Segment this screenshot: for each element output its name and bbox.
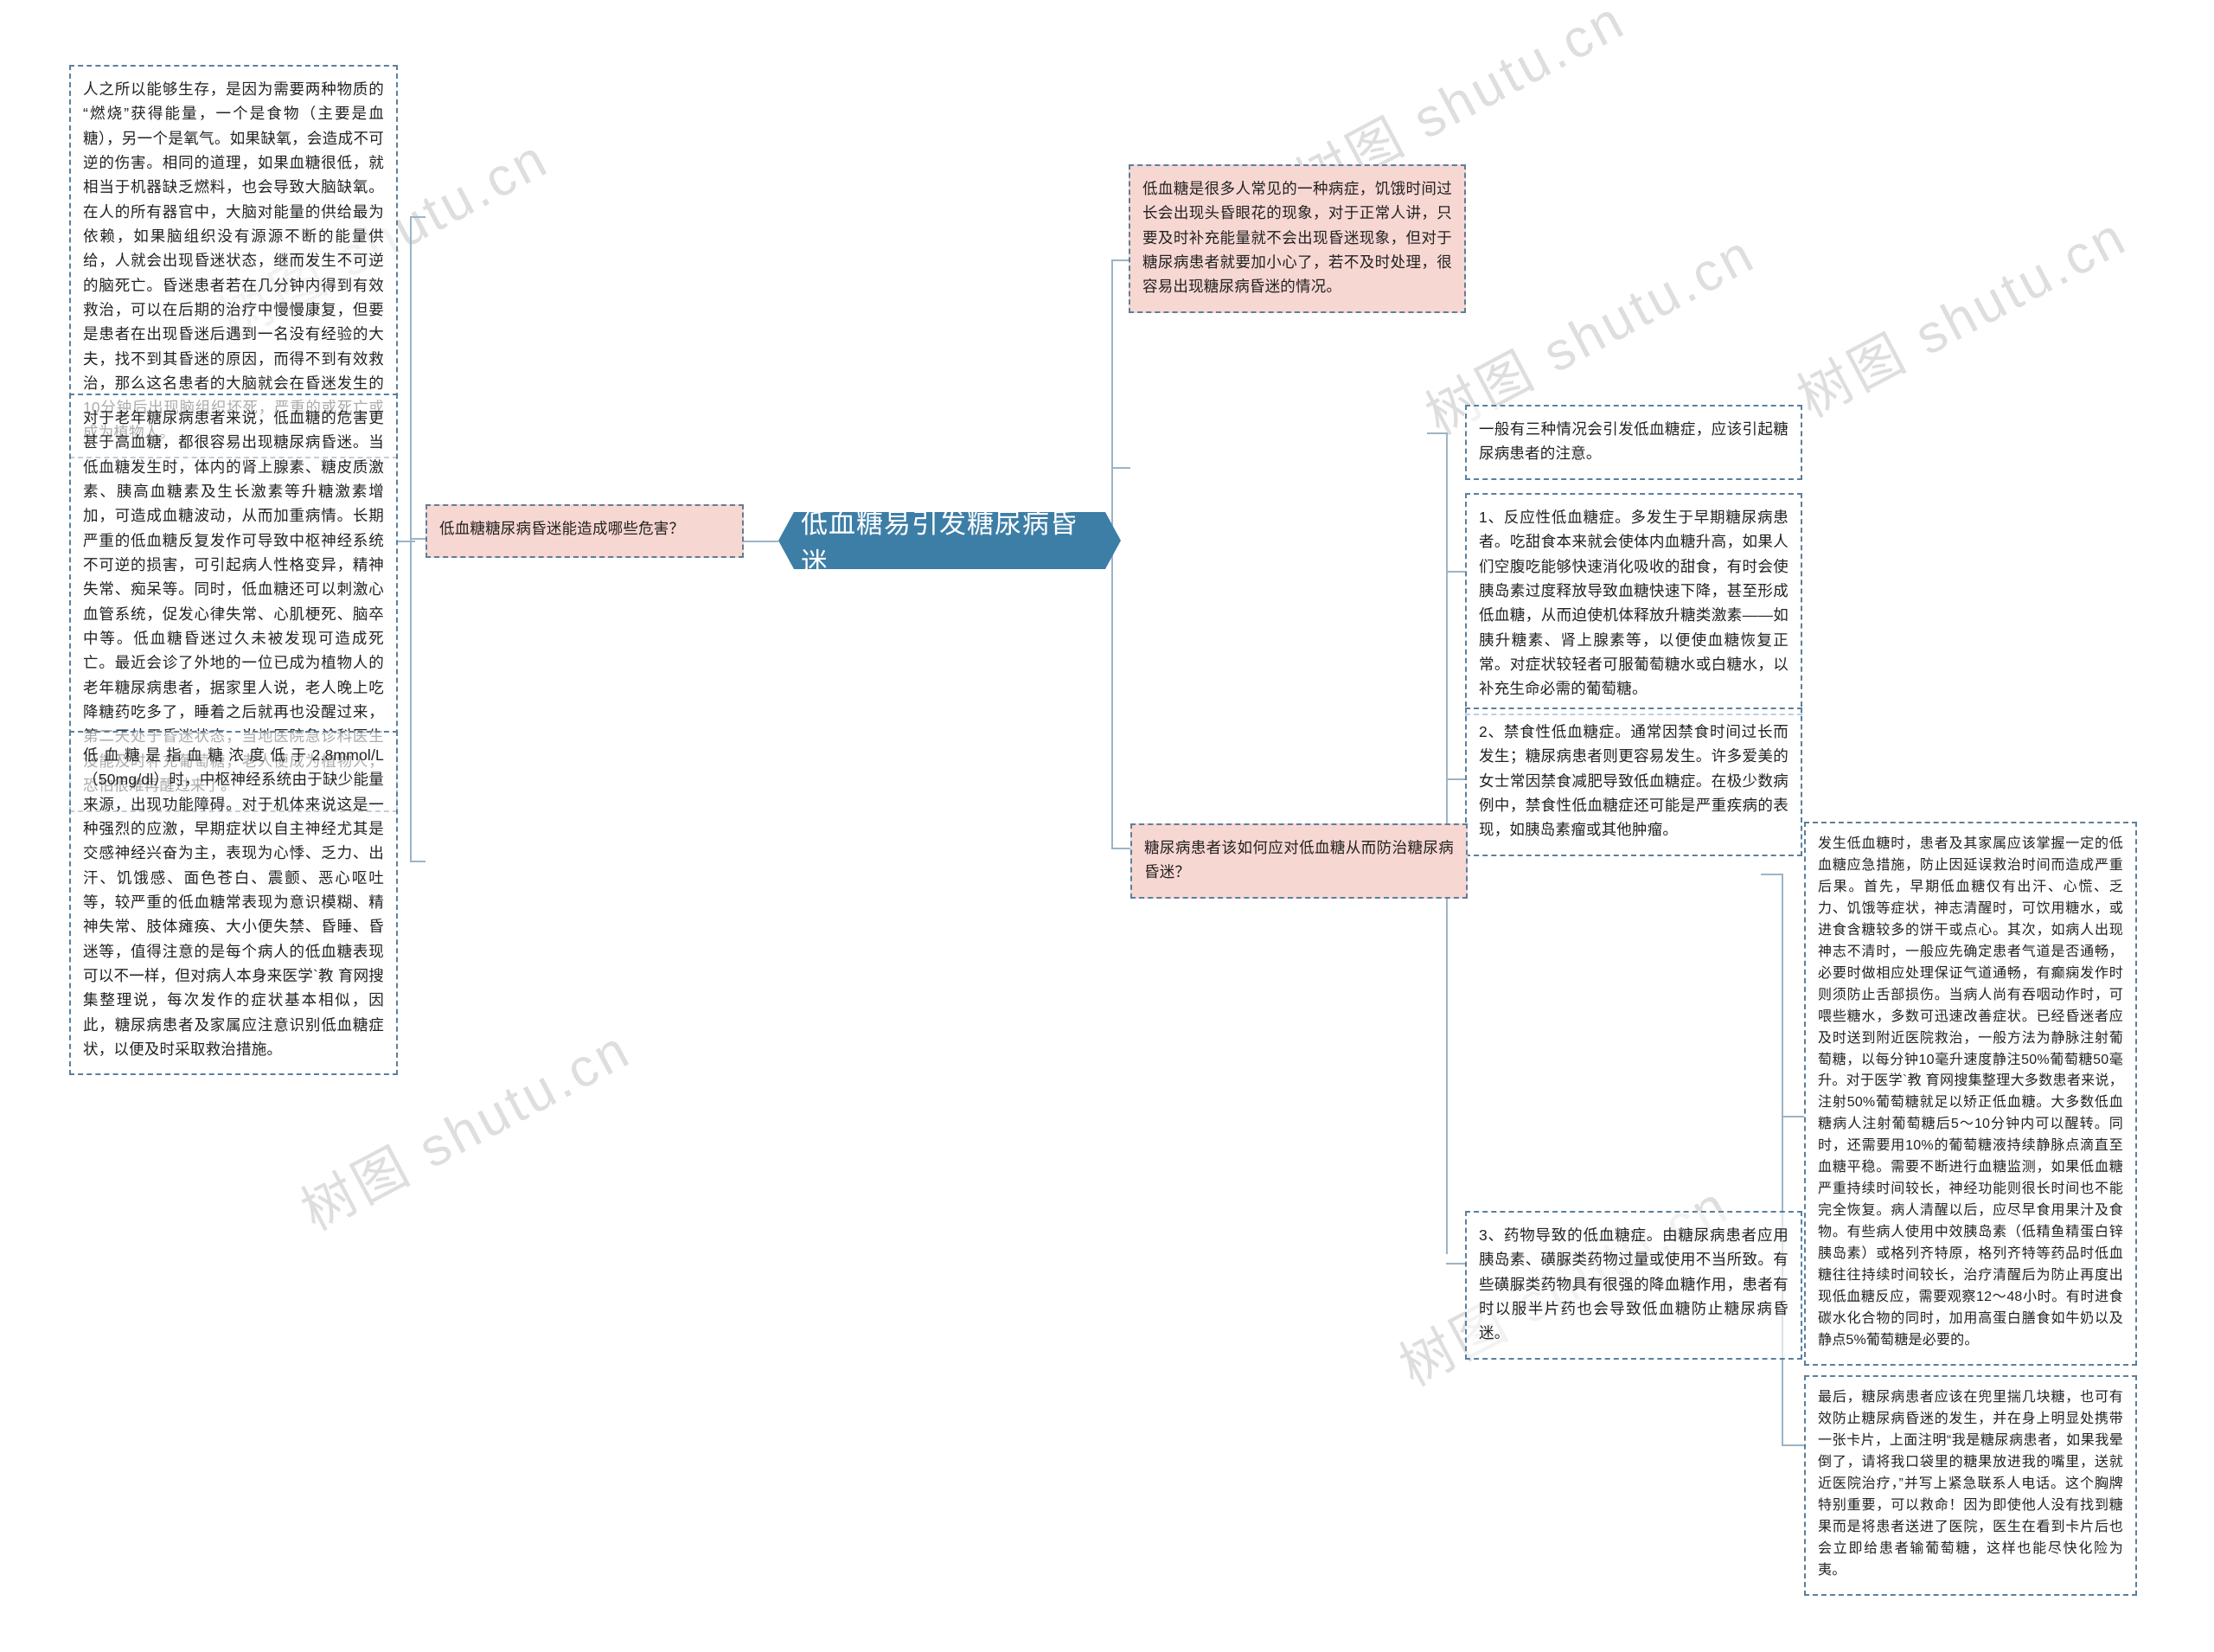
connector — [1446, 571, 1465, 573]
connector — [398, 541, 415, 542]
connector — [1111, 848, 1130, 849]
left-detail-node-3[interactable]: 低血糖是指血糖浓度低于2.8mmol/L（50mg/dl）时，中枢神经系统由于缺… — [69, 731, 398, 1076]
connector — [1782, 1116, 1804, 1117]
mindmap-canvas: 树图 shutu.cn 树图 shutu.cn 树图 shutu.cn 树图 s… — [0, 0, 2214, 1652]
right-cause-node-2[interactable]: 2、禁食性低血糖症。通常因禁食时间过长而发生；糖尿病患者则更容易发生。许多爱美的… — [1465, 708, 1802, 856]
right-summary-node[interactable]: 一般有三种情况会引发低血糖症，应该引起糖尿病患者的注意。 — [1465, 405, 1802, 480]
connector — [1446, 778, 1465, 780]
right-cause-node-3[interactable]: 3、药物导致的低血糖症。由糖尿病患者应用胰岛素、磺脲类药物过量或使用不当所致。有… — [1465, 1211, 1802, 1360]
right-bottom-detail-node-2[interactable]: 最后，糖尿病患者应该在兜里揣几块糖，也可有效防止糖尿病昏迷的发生，并在身上明显处… — [1804, 1375, 2137, 1596]
connector — [410, 538, 426, 540]
right-bottom-topic[interactable]: 糖尿病患者该如何应对低血糖从而防治糖尿病昏迷？ — [1130, 823, 1468, 899]
watermark: 树图 shutu.cn — [1788, 206, 2137, 429]
left-branch-topic[interactable]: 低血糖糖尿病昏迷能造成哪些危害？ — [426, 504, 744, 558]
connector — [1111, 467, 1130, 469]
connector — [739, 541, 778, 542]
central-topic[interactable]: 低血糖易引发糖尿病昏迷 — [778, 512, 1121, 569]
connector — [410, 861, 426, 862]
connector — [410, 216, 426, 218]
right-cause-node-1[interactable]: 1、反应性低血糖症。多发生于早期糖尿病患者。吃甜食本来就会使体内血糖升高，如果人… — [1465, 493, 1802, 715]
connector — [1111, 259, 1130, 261]
connector — [1446, 1263, 1465, 1265]
connector — [1761, 874, 1782, 875]
connector — [1427, 432, 1448, 434]
connector — [1782, 1444, 1804, 1446]
right-bottom-detail-node-1[interactable]: 发生低血糖时，患者及其家属应该掌握一定的低血糖应急措施，防止因延误救治时间而造成… — [1804, 822, 2137, 1366]
right-intro-node[interactable]: 低血糖是很多人常见的一种病症，饥饿时间过长会出现头昏眼花的现象，对于正常人讲，只… — [1129, 164, 1466, 313]
